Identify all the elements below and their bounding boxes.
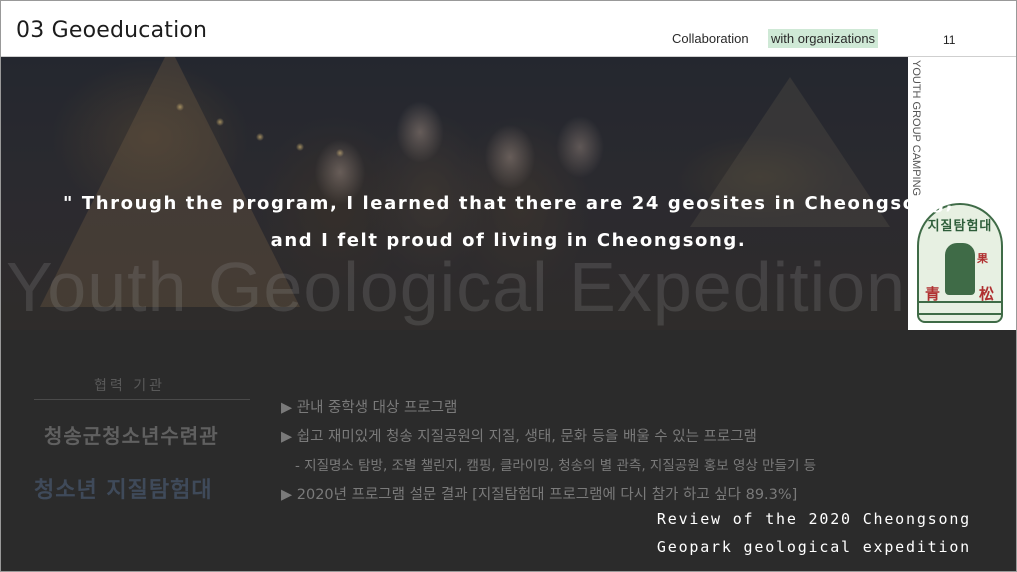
- watermark-text: Youth Geological Expedition: [6, 248, 907, 326]
- page-number: 11: [943, 33, 956, 47]
- bullet-item: ▶ 관내 중학생 대상 프로그램: [281, 400, 458, 416]
- review-line-1: Review of the 2020 Cheongsong: [656, 510, 971, 528]
- testimonial-quote: " Through the program, I learned that th…: [0, 185, 1017, 259]
- partner-logo: 청소년 지질탐험대: [34, 477, 213, 503]
- subtitle-highlight: with organizations: [768, 29, 879, 48]
- divider: [34, 399, 250, 400]
- review-caption: Review of the 2020 Cheongsong Geopark ge…: [657, 505, 971, 561]
- review-line-2: Geopark geological expedition: [656, 538, 971, 556]
- bullet-item: ▶ 쉽고 재미있게 청송 지질공원의 지질, 생태, 문화 등을 배울 수 있는…: [281, 429, 757, 445]
- subtitle-prefix: Collaboration: [672, 31, 749, 46]
- partner-name: 청송군청소년수련관: [44, 424, 219, 448]
- quote-line-1: " Through the program, I learned that th…: [62, 193, 955, 214]
- quote-line-2: and I felt proud of living in Cheongsong…: [270, 230, 747, 251]
- partner-heading: 협력 기관: [94, 378, 165, 394]
- slide-title: 03 Geoeducation: [16, 18, 208, 43]
- program-bullets: ▶ 관내 중학생 대상 프로그램 ▶ 쉽고 재미있게 청송 지질공원의 지질, …: [281, 394, 816, 510]
- slide-header: 03 Geoeducation Collaboration with organ…: [0, 0, 1017, 57]
- seal-wave: [919, 301, 1001, 315]
- bullet-subitem: - 지질명소 탐방, 조별 챌린지, 캠핑, 클라이밍, 청송의 별 관측, 지…: [295, 458, 817, 474]
- slide: 03 Geoeducation Collaboration with organ…: [0, 0, 1017, 572]
